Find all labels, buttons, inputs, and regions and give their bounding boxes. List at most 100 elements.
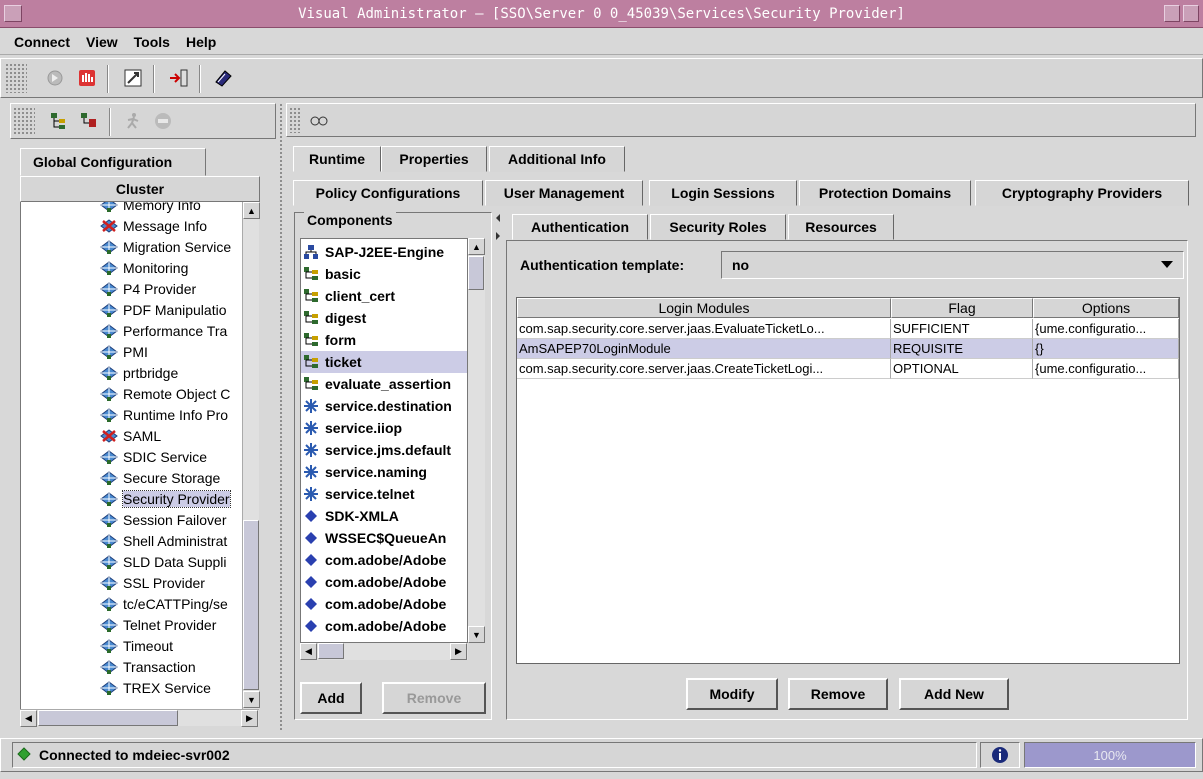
service-tree[interactable]: Memory Info Message Info Migration Service… bbox=[20, 202, 242, 709]
scroll-right-button[interactable]: ▶ bbox=[450, 643, 467, 660]
tree-item[interactable]: Memory Info bbox=[99, 202, 201, 215]
scroll-thumb[interactable] bbox=[243, 520, 259, 690]
authentication-template-select[interactable]: no bbox=[721, 251, 1184, 279]
tree-item[interactable]: P4 Provider bbox=[99, 278, 196, 299]
window-menu-button[interactable] bbox=[4, 5, 22, 22]
login-modules-table[interactable]: Login Modules Flag Options com.sap.secur… bbox=[516, 297, 1180, 664]
tab-global-configuration[interactable]: Global Configuration bbox=[20, 148, 206, 176]
glasses-icon[interactable] bbox=[305, 106, 333, 134]
menu-view[interactable]: View bbox=[86, 34, 118, 50]
scroll-up-button[interactable]: ▲ bbox=[468, 238, 485, 255]
component-item[interactable]: com.adobe/Adobe bbox=[303, 571, 446, 593]
tree-horizontal-scrollbar[interactable]: ◀ ▶ bbox=[20, 709, 259, 727]
menu-help[interactable]: Help bbox=[186, 34, 216, 50]
tab-cryptography-providers[interactable]: Cryptography Providers bbox=[975, 180, 1189, 206]
tab-user-management[interactable]: User Management bbox=[485, 180, 643, 206]
tree-item[interactable]: Monitoring bbox=[99, 257, 188, 278]
component-item[interactable]: ticket bbox=[301, 351, 467, 373]
remove-component-button[interactable]: Remove bbox=[382, 682, 486, 714]
component-item[interactable]: digest bbox=[303, 307, 366, 329]
disconnect-hand-icon[interactable] bbox=[73, 64, 101, 92]
column-header-flag[interactable]: Flag bbox=[891, 298, 1033, 318]
toolbar-grip[interactable] bbox=[5, 63, 27, 93]
scroll-left-button[interactable]: ◀ bbox=[300, 643, 317, 660]
components-horizontal-scrollbar[interactable]: ◀ ▶ bbox=[300, 643, 468, 660]
component-item[interactable]: SDK-XMLA bbox=[303, 505, 399, 527]
tree-item[interactable]: Shell Administrat bbox=[99, 530, 227, 551]
component-item[interactable]: form bbox=[303, 329, 356, 351]
tree-vertical-scrollbar[interactable]: ▲ ▼ bbox=[242, 202, 260, 709]
add-component-button[interactable]: Add bbox=[300, 682, 362, 714]
tab-protection-domains[interactable]: Protection Domains bbox=[799, 180, 971, 206]
tab-additional-info[interactable]: Additional Info bbox=[489, 146, 625, 172]
tree-item[interactable]: prtbridge bbox=[99, 362, 178, 383]
tab-runtime[interactable]: Runtime bbox=[293, 146, 381, 172]
component-item[interactable]: com.adobe/Adobe bbox=[303, 549, 446, 571]
cluster-header[interactable]: Cluster bbox=[20, 176, 260, 202]
tab-resources[interactable]: Resources bbox=[788, 214, 894, 240]
info-icon[interactable] bbox=[980, 742, 1020, 768]
remove-module-button[interactable]: Remove bbox=[788, 678, 888, 710]
components-vertical-scrollbar[interactable]: ▲ ▼ bbox=[468, 238, 485, 643]
help-book-icon[interactable] bbox=[209, 64, 237, 92]
component-item[interactable]: service.destination bbox=[303, 395, 452, 417]
scroll-left-button[interactable]: ◀ bbox=[20, 710, 37, 727]
tree-item[interactable]: Message Info bbox=[99, 215, 207, 236]
collapse-tree-icon[interactable] bbox=[75, 107, 103, 135]
components-list[interactable]: SAP-J2EE-Engine basic client_cert digest for… bbox=[300, 238, 468, 643]
component-item[interactable]: service.iiop bbox=[303, 417, 402, 439]
component-item[interactable]: client_cert bbox=[303, 285, 395, 307]
tree-item[interactable]: SDIC Service bbox=[99, 446, 207, 467]
scroll-thumb[interactable] bbox=[468, 256, 484, 290]
tree-item[interactable]: Secure Storage bbox=[99, 467, 220, 488]
tree-item[interactable]: Timeout bbox=[99, 635, 173, 656]
tree-item[interactable]: SAML bbox=[99, 425, 161, 446]
tree-item[interactable]: tc/eCATTPing/se bbox=[99, 593, 228, 614]
scroll-thumb[interactable] bbox=[318, 643, 344, 659]
tree-item[interactable]: Migration Service bbox=[99, 236, 231, 257]
tree-item[interactable]: SLD Data Suppli bbox=[99, 551, 227, 572]
tree-item[interactable]: PDF Manipulatio bbox=[99, 299, 227, 320]
component-item[interactable]: SAP-J2EE-Engine bbox=[303, 241, 444, 263]
toolbar-grip[interactable] bbox=[289, 107, 301, 133]
tree-item[interactable]: TREX Service bbox=[99, 677, 211, 698]
tree-item[interactable]: PMI bbox=[99, 341, 148, 362]
toolbar-grip[interactable] bbox=[13, 107, 35, 135]
menu-connect[interactable]: Connect bbox=[14, 34, 70, 50]
tab-policy-configurations[interactable]: Policy Configurations bbox=[293, 180, 483, 206]
component-item[interactable]: service.naming bbox=[303, 461, 427, 483]
start-service-icon[interactable] bbox=[119, 107, 147, 135]
logout-icon[interactable] bbox=[165, 64, 193, 92]
component-item[interactable]: evaluate_assertion bbox=[303, 373, 451, 395]
add-new-button[interactable]: Add New bbox=[899, 678, 1009, 710]
tree-item[interactable]: Session Failover bbox=[99, 509, 227, 530]
scroll-down-button[interactable]: ▼ bbox=[243, 691, 260, 708]
component-item[interactable]: service.telnet bbox=[303, 483, 415, 505]
component-item[interactable]: com.adobe/Adobe bbox=[303, 593, 446, 615]
scroll-right-button[interactable]: ▶ bbox=[241, 710, 258, 727]
minimize-button[interactable] bbox=[1164, 5, 1180, 22]
tree-item[interactable]: Transaction bbox=[99, 656, 196, 677]
split-arrows[interactable] bbox=[495, 212, 501, 246]
panel-splitter[interactable] bbox=[279, 103, 284, 730]
component-item[interactable]: service.jms.default bbox=[303, 439, 451, 461]
tree-item[interactable]: Telnet Provider bbox=[99, 614, 216, 635]
stop-service-icon[interactable] bbox=[149, 107, 177, 135]
scroll-up-button[interactable]: ▲ bbox=[243, 202, 260, 219]
properties-icon[interactable] bbox=[119, 64, 147, 92]
tab-properties[interactable]: Properties bbox=[381, 146, 487, 172]
component-item[interactable]: com.adobe/Adobe bbox=[303, 615, 446, 637]
component-item[interactable]: basic bbox=[303, 263, 361, 285]
tree-item[interactable]: Remote Object C bbox=[99, 383, 230, 404]
chevron-down-icon[interactable] bbox=[1161, 261, 1173, 268]
connect-icon[interactable] bbox=[41, 64, 69, 92]
tab-authentication[interactable]: Authentication bbox=[512, 214, 648, 240]
tree-item[interactable]: Runtime Info Pro bbox=[99, 404, 228, 425]
modify-button[interactable]: Modify bbox=[686, 678, 778, 710]
component-item[interactable]: WSSEC$QueueAn bbox=[303, 527, 446, 549]
expand-tree-icon[interactable] bbox=[45, 107, 73, 135]
tab-login-sessions[interactable]: Login Sessions bbox=[649, 180, 797, 206]
menu-tools[interactable]: Tools bbox=[134, 34, 170, 50]
tree-item[interactable]: Performance Tra bbox=[99, 320, 227, 341]
tree-item[interactable]: SSL Provider bbox=[99, 572, 205, 593]
